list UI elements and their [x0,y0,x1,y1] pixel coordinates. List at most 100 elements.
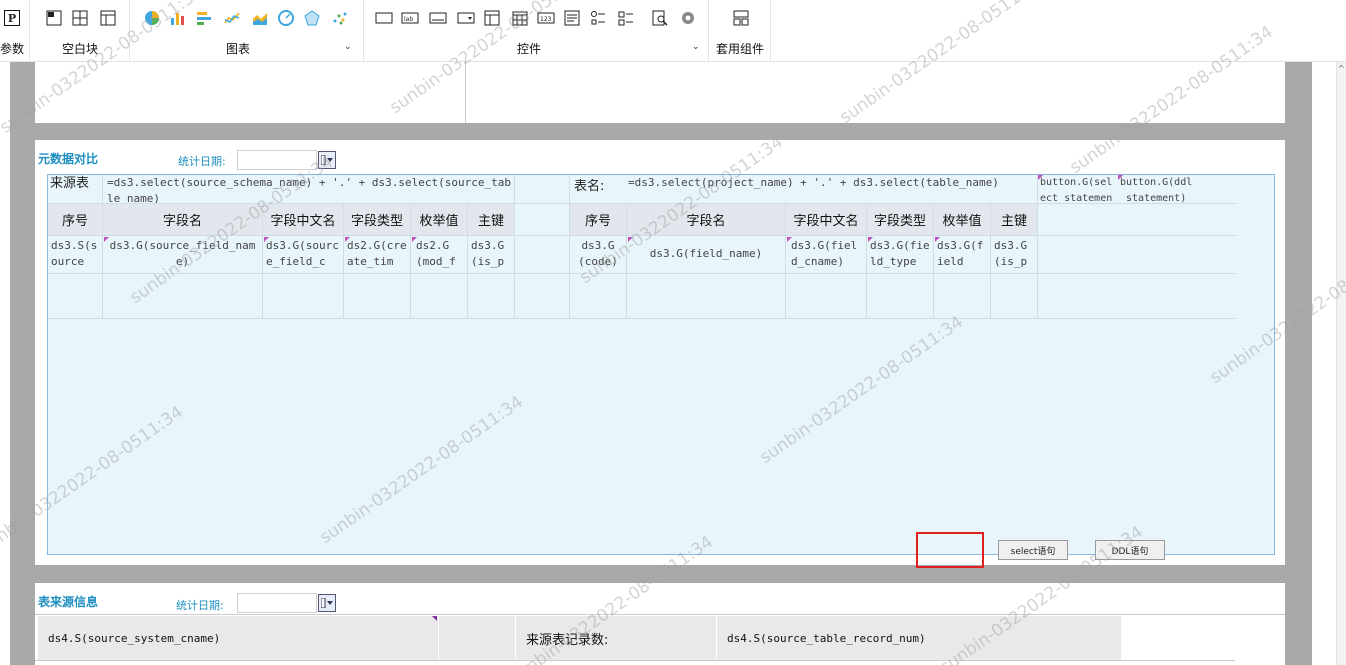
cell-marker [432,616,437,621]
param-icon[interactable]: P [2,8,22,28]
header-right-field-type: 字段类型 [867,204,933,235]
gear-icon[interactable] [678,8,698,28]
table-source-block[interactable]: 表来源信息 统计日期: ds4.S(source_system_cname) 来… [35,583,1285,665]
grid-line [785,203,786,318]
toolbar: P 参数 空白块 图表 ⌄ lab 123 控件 ⌄ 套用组件 [0,0,1346,62]
date-input[interactable] [237,150,317,170]
split-layout-icon[interactable] [70,8,90,28]
metadata-compare-block[interactable]: 元数据对比 统计日期: 来源表 =ds3.select(source_schem… [35,140,1285,568]
top-block[interactable] [35,62,1285,123]
source-system-cell[interactable]: ds4.S(source_system_cname) [38,616,438,660]
left-enum-cell[interactable]: ds2.G(mod_fy [412,237,466,275]
widget-chevron-down-icon[interactable]: ⌄ [692,42,700,52]
section-title: 表来源信息 [38,595,99,609]
pie-chart-icon[interactable] [142,8,162,28]
param-label: 参数 [0,42,25,56]
right-field-cname-cell[interactable]: ds3.G(field_cname) [787,237,865,275]
grid-line [514,175,515,318]
table-name-label: 表名: [574,179,605,194]
report-grid[interactable]: 来源表 =ds3.select(source_schema_name) + '.… [47,174,1275,555]
dropdown-widget-icon[interactable] [456,8,476,28]
right-enum-cell[interactable]: ds3.G(field [935,237,989,275]
record-count-cell[interactable]: ds4.S(source_table_record_num) [717,616,1121,660]
header-right-pk: 主键 [991,204,1037,235]
cell-marker [1118,175,1123,180]
bar-chart-icon[interactable] [168,8,188,28]
date-input[interactable] [237,593,317,613]
cell-marker [1038,175,1043,180]
area-chart-icon[interactable] [250,8,270,28]
scroll-up-icon[interactable]: ^ [1338,64,1345,73]
grid-line [1037,175,1038,318]
header-right-enum: 枚举值 [934,204,990,235]
label-widget-icon[interactable]: lab [400,8,420,28]
highlight-box [916,532,984,568]
tab-layout-icon[interactable] [98,8,118,28]
cell-marker [628,237,633,242]
source-table-formula[interactable]: =ds3.select(source_schema_name) + '.' + … [105,175,515,203]
left-field-cname-cell[interactable]: ds3.G(source_field_c [264,237,342,275]
chart-label: 图表 [226,42,251,56]
gauge-icon[interactable] [276,8,296,28]
number-widget-icon[interactable]: 123 [536,8,556,28]
header-right-field-cname: 字段中文名 [786,204,866,235]
grid-line [35,660,1235,661]
cell-marker [264,237,269,242]
svg-text:lab: lab [404,16,413,23]
header-left-enum: 枚举值 [411,204,467,235]
record-count-label: 来源表记录数: [516,616,716,660]
empty-cell[interactable] [439,616,515,660]
absolute-layout-icon[interactable] [44,8,64,28]
cell-marker [412,237,417,242]
textbox-widget-icon[interactable] [428,8,448,28]
template-label: 套用组件 [716,42,765,56]
grid-line [343,203,344,318]
left-pk-cell[interactable]: ds3.G(is_p [469,237,513,275]
radar-chart-icon[interactable] [302,8,322,28]
search-query-icon[interactable] [650,8,670,28]
right-index-cell[interactable]: ds3.G(code) [571,237,625,275]
cell-marker [787,237,792,242]
calendar-dropdown-icon[interactable] [318,594,336,612]
checkbox-group-icon[interactable] [616,8,636,28]
ddl-statement-cell[interactable]: button.G(ddl_statement) [1118,175,1198,203]
header-left-index: 序号 [48,204,102,235]
chart-chevron-down-icon[interactable]: ⌄ [344,42,352,52]
radio-group-icon[interactable] [588,8,608,28]
select-statement-button[interactable]: select语句 [998,540,1068,560]
template-section: 套用组件 [709,0,771,62]
vertical-scrollbar[interactable]: ^ [1336,62,1346,665]
horizontal-bar-icon[interactable] [194,8,214,28]
cell-marker [104,237,109,242]
blank-block-label: 空白块 [62,42,99,56]
table-name-formula[interactable]: =ds3.select(project_name) + '.' + ds3.se… [626,175,1036,203]
right-pk-cell[interactable]: ds3.G(is_p [992,237,1036,275]
right-field-name-cell[interactable]: ds3.G(field_name) [628,245,784,267]
section-title: 元数据对比 [38,152,99,166]
combo-widget-icon[interactable] [482,8,502,28]
select-statement-cell[interactable]: button.G(select_statement) [1038,175,1118,203]
widget-section: lab 123 控件 ⌄ [364,0,709,62]
grid-line [102,175,103,318]
left-field-name-cell[interactable]: ds3.G(source_field_name) [104,237,261,275]
calendar-dropdown-icon[interactable] [318,151,336,169]
scatter-chart-icon[interactable] [330,8,350,28]
line-chart-icon[interactable] [222,8,242,28]
ddl-statement-button[interactable]: DDL语句 [1095,540,1165,560]
header-left-field-name: 字段名 [103,204,262,235]
left-index-cell[interactable]: ds3.S(source [49,237,101,275]
header-left-pk: 主键 [468,204,514,235]
button-widget-icon[interactable] [374,8,394,28]
grid-line [48,235,1236,236]
cell-marker [345,237,350,242]
widget-label: 控件 [517,42,542,56]
chart-section: 图表 ⌄ [130,0,364,62]
textarea-widget-icon[interactable] [562,8,582,28]
grid-line [569,175,570,318]
grid-line [467,203,468,318]
right-field-type-cell[interactable]: ds3.G(field_type [868,237,932,275]
template-component-icon[interactable] [731,8,751,28]
date-label: 统计日期: [178,155,226,168]
left-field-type-cell[interactable]: ds2.G(create_tim [345,237,409,275]
date-widget-icon[interactable] [510,8,530,28]
